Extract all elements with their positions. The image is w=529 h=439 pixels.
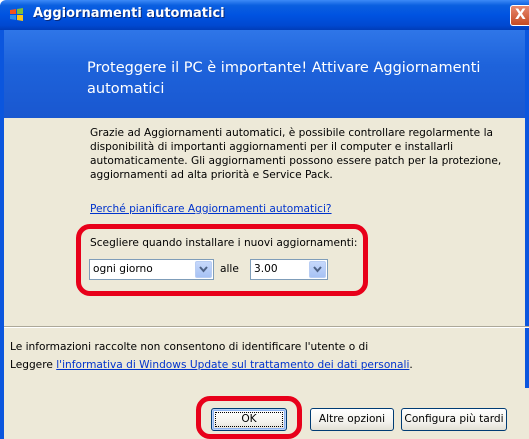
close-icon: X (515, 7, 526, 23)
close-button[interactable]: X (510, 5, 529, 26)
more-options-button[interactable]: Altre opzioni (310, 408, 394, 431)
why-schedule-link[interactable]: Perché pianificare Aggiornamenti automat… (90, 203, 332, 215)
privacy-info-line1: Le informazioni raccolte non consentono … (10, 341, 369, 353)
highlight-annotation (196, 396, 302, 439)
highlight-annotation (76, 224, 368, 296)
description-text: Grazie ad Aggiornamenti automatici, è po… (90, 127, 502, 181)
window-title: Aggiornamenti automatici (33, 6, 225, 21)
configure-later-button[interactable]: Configura più tardi (401, 408, 507, 431)
privacy-policy-link[interactable]: l'informativa di Windows Update sul trat… (56, 359, 409, 371)
separator (4, 326, 529, 328)
title-bar[interactable]: Aggiornamenti automatici X (0, 0, 529, 30)
privacy-suffix: . (409, 359, 413, 371)
privacy-info-line2: Leggere l'informativa di Windows Update … (10, 359, 413, 371)
header-title: Proteggere il PC è importante! Attivare … (87, 60, 481, 97)
windows-update-icon (10, 8, 23, 21)
window-border (525, 30, 529, 439)
privacy-prefix: Leggere (10, 359, 57, 371)
